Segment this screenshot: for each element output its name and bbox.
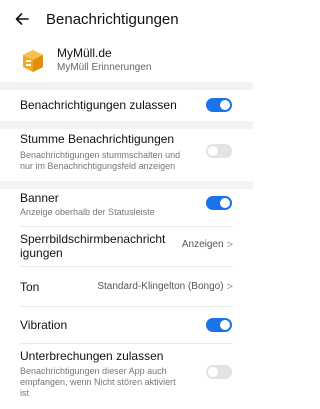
allow-notifications-toggle[interactable] xyxy=(206,98,232,112)
setting-label: Unterbrechungen zulassen xyxy=(20,349,164,363)
setting-label: Vibration xyxy=(20,318,68,332)
banner-toggle[interactable] xyxy=(206,196,232,210)
lockscreen-value[interactable]: Anzeigen > xyxy=(182,239,233,251)
app-info: MyMüll.de MyMüll Erinnerungen xyxy=(0,40,253,82)
box-logo-icon xyxy=(20,46,46,74)
setting-description: Benachrichtigungen dieser App auch xyxy=(20,366,167,376)
setting-label: Sperrbildschirmbenachricht xyxy=(20,232,166,246)
setting-description: nur im Benachrichtigungsfeld anzeigen xyxy=(20,161,176,171)
notification-settings-screen: Benachrichtigungen MyMüll.de MyMüll Erin… xyxy=(0,0,253,409)
setting-label-continued: igungen xyxy=(20,246,63,260)
vibration-toggle[interactable] xyxy=(206,318,232,332)
setting-label: Benachrichtigungen zulassen xyxy=(20,98,177,112)
tone-value[interactable]: Standard-Klingelton (Bongo) > xyxy=(97,281,233,293)
setting-banner[interactable]: Banner Anzeige oberhalb der Statusleiste xyxy=(0,189,253,225)
setting-description: ist xyxy=(20,388,29,398)
chevron-right-icon: > xyxy=(226,281,233,293)
setting-description: Benachrichtigungen stummschalten und xyxy=(20,150,181,160)
section-separator xyxy=(0,181,253,189)
setting-vibration[interactable]: Vibration xyxy=(0,307,253,343)
section-separator xyxy=(0,82,253,90)
section-separator xyxy=(0,121,253,129)
setting-label: Ton xyxy=(20,280,40,294)
allow-interruptions-toggle[interactable] xyxy=(206,365,232,379)
setting-allow-notifications[interactable]: Benachrichtigungen zulassen xyxy=(0,90,253,120)
setting-allow-interruptions[interactable]: Unterbrechungen zulassen Benachrichtigun… xyxy=(0,344,253,406)
chevron-right-icon: > xyxy=(226,239,233,251)
silent-notifications-toggle[interactable] xyxy=(206,144,232,158)
app-bar: Benachrichtigungen xyxy=(0,0,253,38)
page-title: Benachrichtigungen xyxy=(46,11,179,28)
setting-silent-notifications[interactable]: Stumme Benachrichtigungen Benachrichtigu… xyxy=(0,129,253,181)
setting-description: Anzeige oberhalb der Statusleiste xyxy=(20,207,155,217)
app-subtitle: MyMüll Erinnerungen xyxy=(57,62,152,73)
arrow-left-icon[interactable] xyxy=(12,9,32,29)
tone-value-text: Standard-Klingelton (Bongo) xyxy=(97,281,224,292)
setting-tone[interactable]: Ton Standard-Klingelton (Bongo) > xyxy=(0,267,253,305)
setting-description: empfangen, wenn Nicht stören aktiviert xyxy=(20,377,176,387)
setting-lockscreen-notifications[interactable]: Sperrbildschirmbenachricht igungen Anzei… xyxy=(0,227,253,265)
setting-label: Banner xyxy=(20,191,59,205)
app-name: MyMüll.de xyxy=(57,46,112,60)
setting-label: Stumme Benachrichtigungen xyxy=(20,132,175,146)
lockscreen-value-text: Anzeigen xyxy=(181,239,224,250)
